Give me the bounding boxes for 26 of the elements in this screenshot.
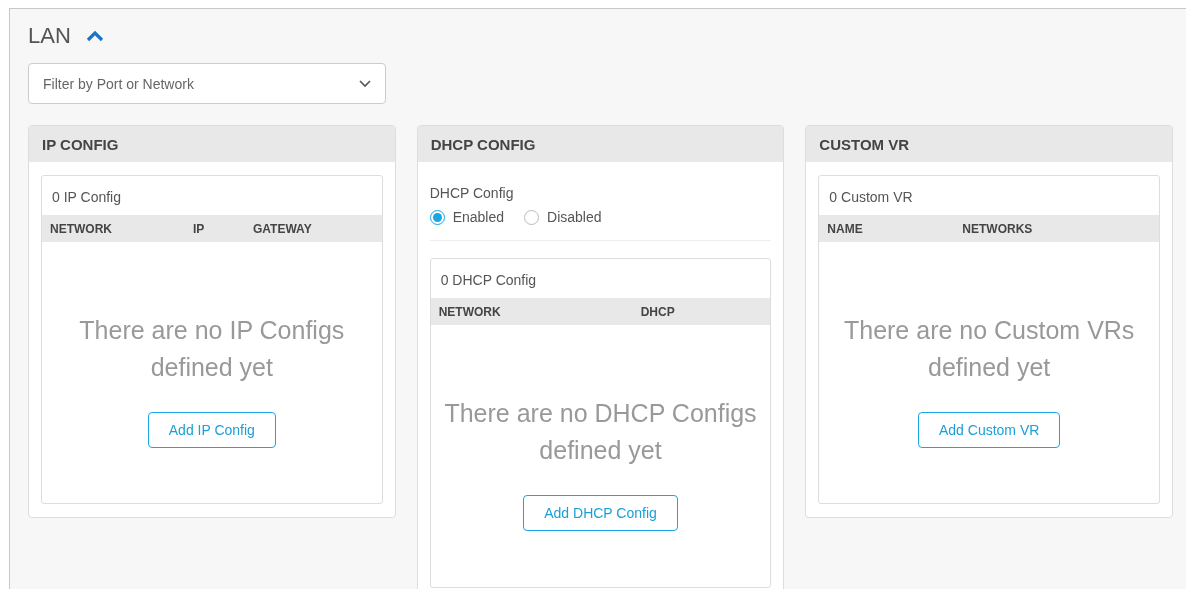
add-button[interactable]: Add DHCP Config <box>523 495 678 531</box>
empty-message: There are no Custom VRs defined yet <box>842 315 1136 383</box>
column-header: NETWORK <box>50 221 112 236</box>
field-label: DHCP Config <box>429 184 515 201</box>
column-header: GATEWAY <box>253 221 312 236</box>
card-title: CUSTOM VR <box>819 135 910 153</box>
card-title: IP CONFIG <box>42 135 119 153</box>
column-header: IP <box>193 221 205 236</box>
column-header: NETWORK <box>438 304 501 319</box>
chevron-down-icon <box>359 79 371 88</box>
column-header: DHCP <box>640 304 675 319</box>
radio-option[interactable]: Disabled <box>524 209 602 225</box>
collapse-icon[interactable] <box>84 29 105 43</box>
record-count: 0 IP Config <box>51 188 122 207</box>
empty-message: There are no DHCP Configs defined yet <box>443 398 758 466</box>
add-button[interactable]: Add IP Config <box>147 412 276 448</box>
radio-option[interactable]: Enabled <box>429 209 505 225</box>
column-header: NAME <box>827 221 863 236</box>
empty-message: There are no IP Configs defined yet <box>78 315 346 383</box>
section-title: LAN <box>28 23 71 49</box>
add-button[interactable]: Add Custom VR <box>918 412 1061 448</box>
column-header: NETWORKS <box>962 221 1033 236</box>
record-count: 0 DHCP Config <box>439 271 538 290</box>
record-count: 0 Custom VR <box>828 188 914 207</box>
card-title: DHCP CONFIG <box>430 135 536 153</box>
filter-dropdown[interactable]: Filter by Port or Network <box>28 63 386 104</box>
